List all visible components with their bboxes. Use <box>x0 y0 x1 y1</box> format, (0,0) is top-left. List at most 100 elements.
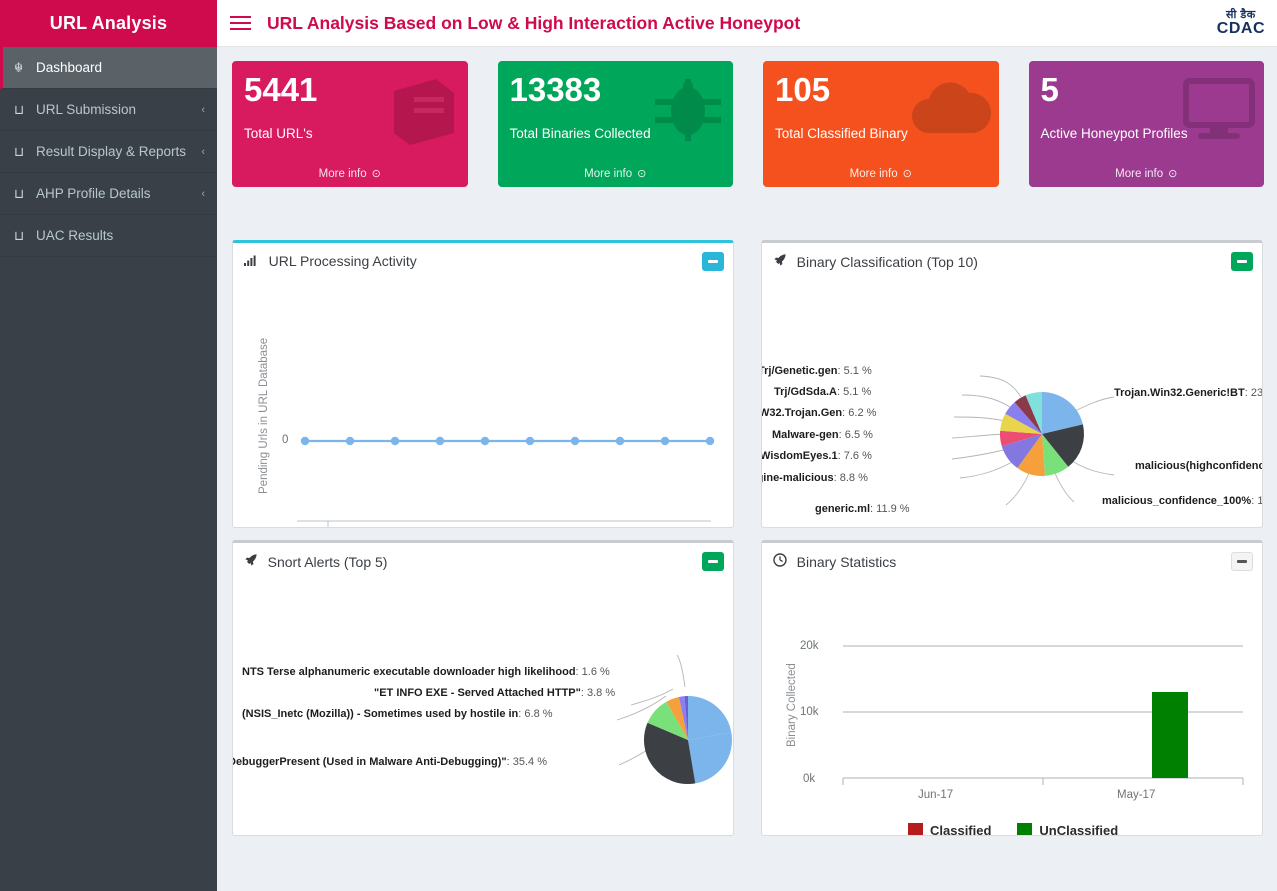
logo-devanagari-text: सी डैक <box>1226 8 1256 21</box>
sidebar-item-label: Dashboard <box>36 60 103 75</box>
panel-header: Snort Alerts (Top 5) <box>233 543 733 579</box>
stat-card-total-classified-binary[interactable]: 105 Total Classified Binary More info ⊙ <box>763 61 999 187</box>
dashboard-icon: ☬ <box>14 59 24 75</box>
panel-body: Binary Collected 0k 10k 20k Jun-17 May-1… <box>762 579 1262 835</box>
collapse-button[interactable] <box>702 251 724 271</box>
legend-label: UnClassified <box>1039 823 1119 835</box>
panel-header: Binary Classification (Top 10) <box>762 243 1262 279</box>
minus-icon <box>1237 259 1247 263</box>
pie-label: DebuggerPresent (Used in Malware Anti-De… <box>233 756 547 768</box>
sidebar-item-url-submission[interactable]: ⊔ URL Submission ‹ <box>0 89 217 131</box>
brand-title: URL Analysis <box>49 13 168 33</box>
top-header: URL Analysis Based on Low & High Interac… <box>217 0 1277 47</box>
stat-card-total-url-s[interactable]: 5441 Total URL's More info ⊙ <box>232 61 468 187</box>
panel-url-processing-activity: URL Processing Activity Pending Urls in … <box>232 240 734 528</box>
stat-value: 5441 <box>244 71 318 108</box>
bug-icon <box>649 75 727 152</box>
sidebar-item-dashboard[interactable]: ☬ Dashboard <box>0 47 217 89</box>
more-info-label: More info <box>584 167 633 180</box>
bar-chart-canvas <box>842 645 1244 785</box>
panel-body: NTS Terse alphanumeric executable downlo… <box>233 579 733 835</box>
sidebar-brand[interactable]: URL Analysis <box>0 0 217 47</box>
pie-label: Trojan.Win32.Generic!BT: 23. <box>1114 387 1262 399</box>
arrow-circle-right-icon: ⊙ <box>1168 168 1178 180</box>
stat-card-active-honeypot-profiles[interactable]: 5 Active Honeypot Profiles More info ⊙ <box>1028 61 1265 187</box>
panel-title: Binary Statistics <box>773 552 896 570</box>
sidebar-nav: ☬ Dashboard ⊔ URL Submission ‹ ⊔ Result Displa… <box>0 47 217 257</box>
bar-chart-icon <box>244 254 263 269</box>
more-info-label: More info <box>1115 167 1164 180</box>
panel-title: URL Processing Activity <box>244 253 417 269</box>
chevron-left-icon: ‹ <box>201 103 205 116</box>
page-title: URL Analysis Based on Low & High Interac… <box>267 12 801 33</box>
rocket-icon <box>773 253 791 270</box>
pie-label: staticengine-malicious: 8.8 % <box>762 472 868 484</box>
arrow-circle-right-icon: ⊙ <box>637 168 647 180</box>
minus-icon <box>1237 559 1247 563</box>
pie-label: NTS Terse alphanumeric executable downlo… <box>242 666 610 678</box>
panel-binary-statistics: Binary Statistics Binary Collected 0k 10… <box>761 540 1263 836</box>
pie-label: generic.ml: 11.9 % <box>815 503 910 515</box>
sidebar: URL Analysis ☬ Dashboard ⊔ URL Submission ‹ ⊔… <box>0 0 217 891</box>
more-info-link[interactable]: More info ⊙ <box>1029 160 1265 187</box>
legend-item[interactable]: UnClassified <box>1017 823 1118 835</box>
clock-icon <box>773 552 791 570</box>
sidebar-item-uac-results[interactable]: ⊔ UAC Results <box>0 215 217 257</box>
stat-label: Total URL's <box>244 126 313 141</box>
collapse-button[interactable] <box>1231 551 1253 571</box>
panel-header: URL Processing Activity <box>233 243 733 279</box>
main-content: 5441 Total URL's More info ⊙ 13383 Total Bina… <box>217 47 1277 891</box>
legend-item[interactable]: Classified <box>908 823 991 835</box>
stat-value: 5 <box>1040 71 1059 108</box>
arrow-circle-right-icon: ⊙ <box>902 168 912 180</box>
pie-label: malicious(highconfidence) <box>1135 460 1262 472</box>
panel-body: Pending Urls in URL Database 0 <box>233 279 733 527</box>
panel-binary-classification: Binary Classification (Top 10) Trj/Genet… <box>761 240 1263 528</box>
collapse-button[interactable] <box>1231 251 1253 271</box>
legend-swatch <box>908 823 923 835</box>
minus-icon <box>708 259 718 263</box>
stat-label: Active Honeypot Profiles <box>1040 126 1188 141</box>
sidebar-item-ahp-profile-details[interactable]: ⊔ AHP Profile Details ‹ <box>0 173 217 215</box>
sidebar-item-label: AHP Profile Details <box>36 186 151 201</box>
pie-label: Trj/Genetic.gen: 5.1 % <box>762 365 872 377</box>
panel-body: Trj/Genetic.gen: 5.1 % Trj/GdSda.A: 5.1 … <box>762 279 1262 527</box>
collapse-button[interactable] <box>702 551 724 571</box>
pie-label: "ET INFO EXE - Served Attached HTTP": 3.… <box>374 687 616 699</box>
chevron-left-icon: ‹ <box>201 187 205 200</box>
pie-label: Trojan.WisdomEyes.1: 7.6 % <box>762 450 872 462</box>
sidebar-item-label: UAC Results <box>36 228 114 243</box>
stat-label: Total Binaries Collected <box>509 126 651 141</box>
chart-legend: Classified UnClassified <box>908 823 1118 835</box>
sidebar-item-label: Result Display & Reports <box>36 144 187 159</box>
x-tick-0: Jun-17 <box>918 789 954 801</box>
panel-snort-alerts: Snort Alerts (Top 5) NTS Terse alphanume… <box>232 540 734 836</box>
panel-title-text: Binary Classification (Top 10) <box>796 253 978 270</box>
stat-value: 13383 <box>509 71 602 108</box>
more-info-link[interactable]: More info ⊙ <box>232 160 468 187</box>
sidebar-item-label: URL Submission <box>36 102 137 117</box>
square-icon: ⊔ <box>14 185 25 201</box>
more-info-label: More info <box>318 167 367 180</box>
more-info-link[interactable]: More info ⊙ <box>498 160 734 187</box>
cloud-icon <box>907 75 993 146</box>
pie-label: (NSIS_Inetc (Mozilla)) - Sometimes used … <box>242 708 553 720</box>
more-info-label: More info <box>849 167 898 180</box>
stat-card-total-binaries-collected[interactable]: 13383 Total Binaries Collected More info ⊙ <box>497 61 734 187</box>
x-tick-1: May-17 <box>1117 789 1156 801</box>
monitor-icon <box>1180 75 1258 150</box>
book-icon <box>384 75 462 152</box>
sidebar-item-result-display-reports[interactable]: ⊔ Result Display & Reports ‹ <box>0 131 217 173</box>
legend-label: Classified <box>930 823 992 835</box>
dashboard-page: URL Analysis ☬ Dashboard ⊔ URL Submission ‹ ⊔… <box>0 0 1277 891</box>
cdac-logo: सी डैक CDAC <box>1217 8 1265 37</box>
hamburger-icon[interactable] <box>217 0 259 47</box>
legend-swatch <box>1017 823 1033 835</box>
pie-chart-canvas <box>951 375 1115 506</box>
pie-chart-canvas <box>616 654 732 785</box>
pie-label: Malware-gen: 6.5 % <box>772 429 873 441</box>
chevron-left-icon: ‹ <box>201 145 205 158</box>
square-icon: ⊔ <box>14 227 25 243</box>
more-info-link[interactable]: More info ⊙ <box>763 160 999 187</box>
panel-title-text: Snort Alerts (Top 5) <box>267 553 388 570</box>
